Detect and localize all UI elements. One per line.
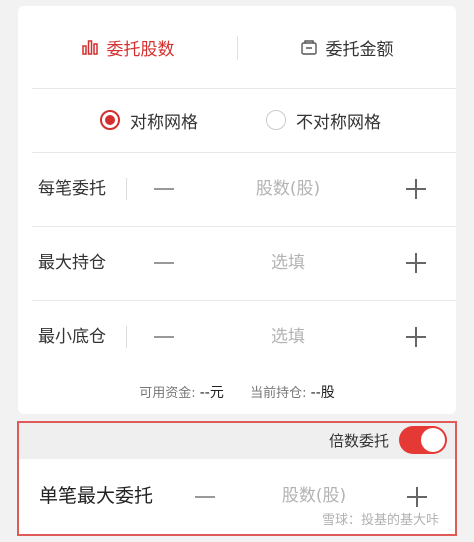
toggle-knob [421, 428, 445, 452]
tab-order-amount-label: 委托金额 [325, 39, 394, 60]
tab-order-shares[interactable]: 委托股数 [18, 6, 237, 88]
radio-symmetric-grid[interactable]: 对称网格 [100, 88, 198, 152]
radio-unchecked-icon [266, 110, 286, 130]
radio-checked-icon [100, 110, 120, 130]
multiple-order-panel: 倍数委托 单笔最大委托 股数(股) 雪球：投基的基大咔 [17, 421, 457, 536]
radio-asymmetric-grid[interactable]: 不对称网格 [266, 88, 381, 152]
increment-button[interactable] [406, 327, 426, 347]
min-base-position-label: 最小底仓 [38, 327, 106, 347]
decrement-button[interactable] [154, 188, 174, 190]
multiple-order-toggle-label: 倍数委托 [328, 432, 389, 450]
row-max-position: 最大持仓 选填 [18, 226, 456, 300]
separator [126, 326, 127, 348]
multiple-order-toggle[interactable] [399, 426, 447, 454]
current-position-label: 当前持仓: [250, 386, 307, 401]
row-min-base-position: 最小底仓 选填 [18, 300, 456, 374]
available-funds-label: 可用资金: [139, 386, 196, 401]
order-settings-card: 委托股数 委托金额 对称网格 不对称网格 每笔委托 股数(股) 最大持仓 选填 … [18, 6, 456, 414]
radio-asymmetric-label: 不对称网格 [296, 112, 381, 133]
increment-button[interactable] [406, 253, 426, 273]
grid-type-selector: 对称网格 不对称网格 [18, 88, 456, 152]
tab-order-amount[interactable]: 委托金额 [237, 6, 456, 88]
per-order-label: 每笔委托 [38, 179, 106, 199]
row-per-order: 每笔委托 股数(股) [18, 152, 456, 226]
current-position-value: --股 [310, 385, 335, 401]
money-box-icon [300, 40, 317, 55]
decrement-button[interactable] [195, 496, 215, 498]
increment-button[interactable] [407, 487, 427, 507]
order-type-tabs: 委托股数 委托金额 [18, 6, 456, 88]
watermark-text: 雪球：投基的基大咔 [321, 513, 439, 528]
funds-info: 可用资金: --元 当前持仓: --股 [18, 382, 456, 406]
multiple-order-header: 倍数委托 [19, 423, 455, 459]
decrement-button[interactable] [154, 262, 174, 264]
increment-button[interactable] [406, 179, 426, 199]
radio-symmetric-label: 对称网格 [130, 112, 198, 133]
separator [126, 178, 127, 200]
available-funds-value: --元 [199, 385, 224, 401]
tab-order-shares-label: 委托股数 [106, 39, 175, 60]
single-max-order-label: 单笔最大委托 [39, 485, 154, 507]
decrement-button[interactable] [154, 336, 174, 338]
max-position-input[interactable]: 选填 [188, 226, 388, 300]
bar-chart-icon [81, 40, 98, 55]
per-order-input[interactable]: 股数(股) [188, 152, 388, 226]
max-position-label: 最大持仓 [38, 253, 106, 273]
min-base-position-input[interactable]: 选填 [188, 300, 388, 374]
